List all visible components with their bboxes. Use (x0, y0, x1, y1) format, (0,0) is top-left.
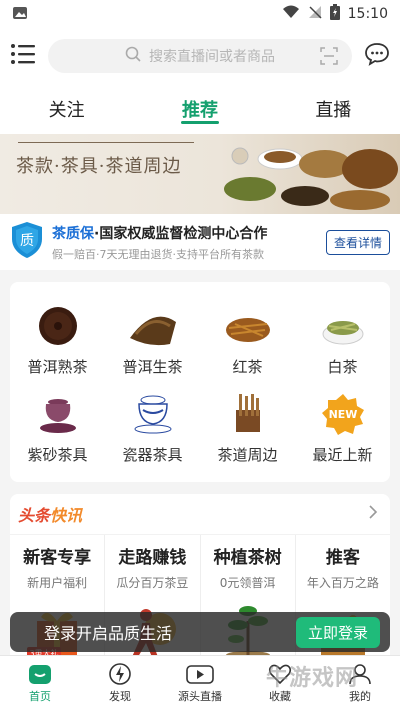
category-tea-ceremony[interactable]: 茶道周边 (200, 384, 295, 472)
login-button[interactable]: 立即登录 (295, 616, 380, 648)
tab-recommend[interactable]: 推荐 (133, 84, 266, 134)
white-tea-icon (322, 320, 363, 344)
home-icon (29, 665, 51, 684)
category-puer-ripe[interactable]: 普洱熟茶 (10, 296, 105, 384)
news-header: 头条快讯 (10, 494, 390, 534)
news-title: 头条快讯 (18, 506, 83, 525)
view-details-button[interactable]: 查看详情 (325, 229, 390, 255)
category-new-arrivals[interactable]: NEW 最近上新 (295, 384, 390, 472)
tea-leaves-image (224, 147, 398, 210)
new-badge-icon: NEW (321, 393, 364, 435)
puer-raw-tea-icon (129, 316, 176, 345)
category-white-tea[interactable]: 白茶 (295, 296, 390, 384)
banner-divider (18, 142, 194, 143)
wifi-icon (282, 5, 300, 23)
nav-source-live[interactable]: 源头直播 (160, 656, 240, 711)
status-time: 15:10 (347, 6, 388, 22)
black-tea-icon (225, 317, 270, 342)
category-black-tea[interactable]: 红茶 (200, 296, 295, 384)
search-placeholder: 搜索直播间或者商品 (149, 49, 275, 65)
guarantee-title: 茶质保·国家权威监督检测中心合作 (52, 225, 268, 242)
gallery-icon (12, 5, 28, 24)
top-tabs: 关注 推荐 直播 (0, 84, 400, 134)
message-icon[interactable] (364, 42, 390, 70)
guarantee-subtitle: 假一赔百·7天无理由退货·支持平台所有茶款 (52, 247, 264, 261)
nav-home[interactable]: 首页 (0, 656, 80, 711)
login-prompt-text: 登录开启品质生活 (44, 624, 173, 643)
porcelain-teaware-icon (134, 395, 171, 433)
quality-guarantee: 质 茶质保·国家权威监督检测中心合作 假一赔百·7天无理由退货·支持平台所有茶款… (0, 214, 400, 270)
category-clay-teaware[interactable]: 紫砂茶具 (10, 384, 105, 472)
discover-icon (109, 663, 131, 685)
live-video-icon (186, 665, 214, 684)
chevron-right-icon[interactable] (368, 504, 378, 524)
promo-banner[interactable]: 茶款·茶具·茶道周边 (0, 134, 400, 214)
status-bar: 15:10 (0, 0, 400, 28)
svg-text:质: 质 (20, 233, 34, 249)
quality-shield-icon: 质 (10, 221, 44, 263)
banner-text: 茶款·茶具·茶道周边 (16, 156, 182, 177)
tab-follow[interactable]: 关注 (0, 84, 133, 134)
search-icon (125, 46, 141, 66)
svg-text:NEW: NEW (328, 408, 357, 421)
category-porcelain-teaware[interactable]: 瓷器茶具 (105, 384, 200, 472)
menu-icon[interactable] (10, 43, 36, 69)
battery-icon (329, 4, 340, 24)
scan-icon[interactable] (320, 47, 338, 69)
clay-teapot-icon (39, 398, 76, 433)
nav-discover[interactable]: 发现 (80, 656, 160, 711)
login-prompt-bar: 登录开启品质生活 立即登录 (10, 612, 390, 652)
top-bar: 搜索直播间或者商品 (0, 28, 400, 84)
watermark: 牛游戏网 (266, 666, 359, 691)
category-puer-raw[interactable]: 普洱生茶 (105, 296, 200, 384)
search-input[interactable]: 搜索直播间或者商品 (48, 39, 352, 73)
tea-ceremony-tools-icon (235, 393, 260, 432)
tab-live[interactable]: 直播 (267, 84, 400, 134)
puer-ripe-tea-icon (38, 306, 77, 345)
signal-off-icon (308, 5, 322, 23)
category-grid: 普洱熟茶 普洱生茶 红茶 白茶 紫砂茶具 瓷器茶具 茶道周边 NEW 最近上新 (10, 282, 390, 482)
